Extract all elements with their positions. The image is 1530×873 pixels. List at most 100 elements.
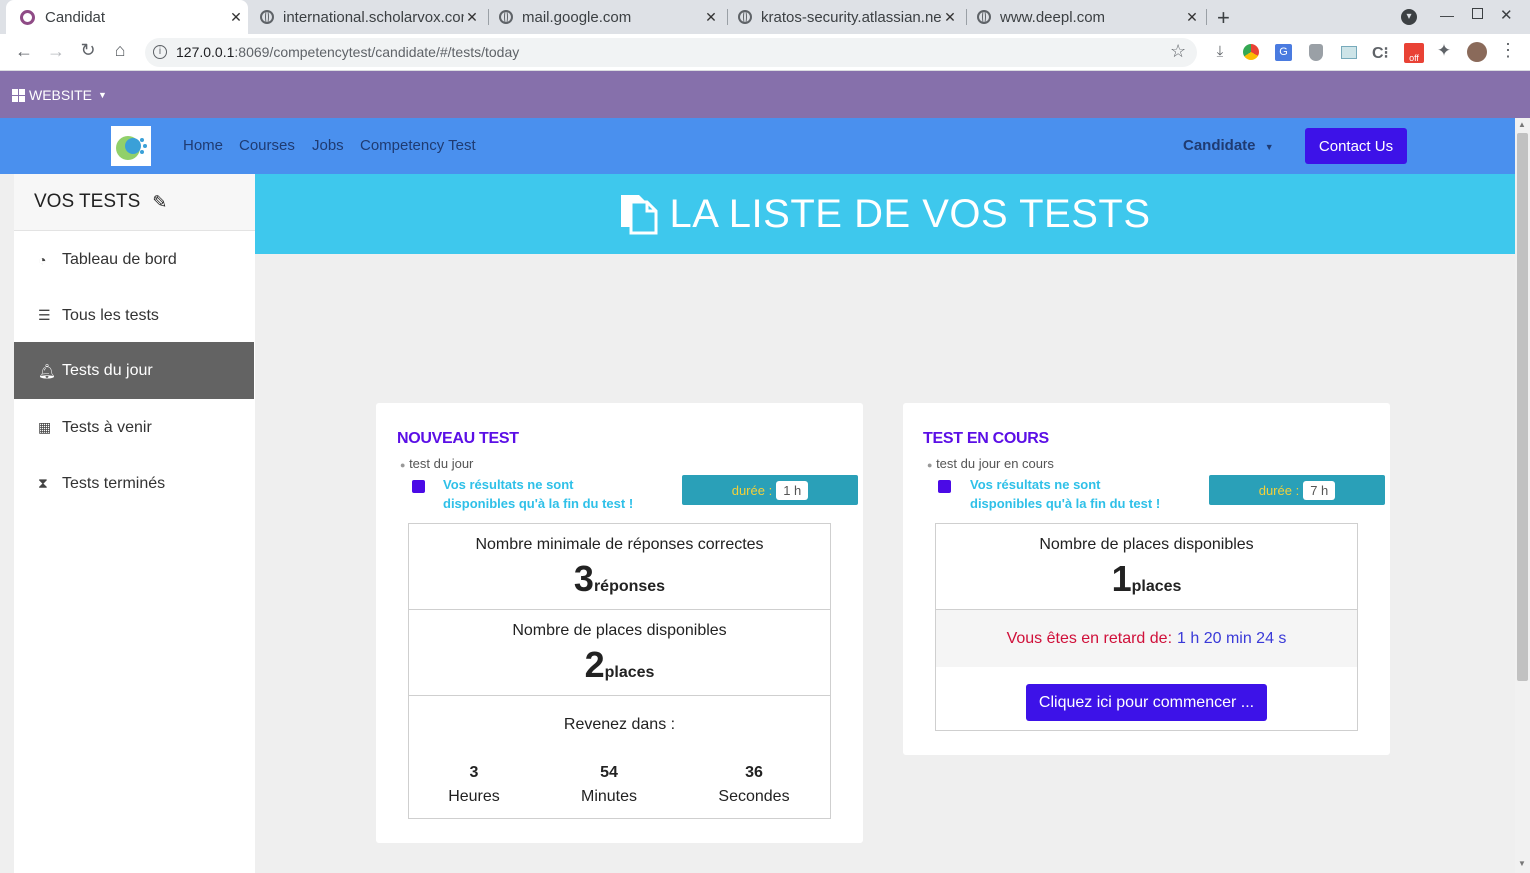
- minimize-icon[interactable]: —: [1440, 7, 1454, 23]
- min-correct-label: Nombre minimale de réponses correctes: [475, 536, 764, 553]
- restore-icon[interactable]: [1472, 8, 1483, 19]
- warning-line: Vos résultats ne sont: [970, 477, 1101, 492]
- site-logo[interactable]: [111, 126, 151, 166]
- sidebar-item-label: Tests du jour: [62, 362, 153, 379]
- nav-home[interactable]: Home: [183, 137, 223, 154]
- min-correct-box: Nombre minimale de réponses correctes 3r…: [408, 523, 831, 610]
- download-icon[interactable]: ⤓: [1209, 43, 1231, 60]
- countdown-hours: 3 Heures: [434, 764, 514, 806]
- warning-line: disponibles qu'à la fin du test !: [970, 496, 1161, 511]
- duration-label: durée :: [1258, 482, 1300, 498]
- more-menu-icon[interactable]: ⋮: [1497, 40, 1519, 61]
- places-unit: places: [1131, 578, 1182, 595]
- cookie-extension-icon[interactable]: C⁝: [1372, 43, 1389, 63]
- website-bar: WEBSITE ▼: [0, 71, 1530, 118]
- duration-value: 7 h: [1303, 480, 1336, 500]
- places-value: 1: [1111, 558, 1132, 599]
- tab-deepl[interactable]: www.deepl.com ✕: [975, 0, 1200, 34]
- forward-icon[interactable]: →: [45, 41, 67, 62]
- sidebar-item-dashboard[interactable]: ◔ Tableau de bord: [14, 231, 254, 288]
- card-subtitle-text: test du jour: [409, 456, 474, 471]
- address-bar[interactable]: i 127.0.0.1:8069/competencytest/candidat…: [145, 38, 1197, 67]
- extension-color-icon[interactable]: [1243, 44, 1259, 60]
- sidebar-item-today-tests[interactable]: 🔔︎ Tests du jour: [14, 342, 254, 400]
- results-warning: Vos résultats ne sont disponibles qu'à la…: [970, 475, 1160, 513]
- tab-scholarvox[interactable]: international.scholarvox.com ✕: [258, 0, 480, 34]
- translate-icon[interactable]: G: [1275, 44, 1292, 61]
- extension-icon[interactable]: [1341, 46, 1357, 59]
- close-window-icon[interactable]: ✕: [1500, 6, 1513, 24]
- tab-gmail[interactable]: mail.google.com ✕: [497, 0, 719, 34]
- tab-title: kratos-security.atlassian.net: [761, 8, 942, 26]
- scroll-up-icon[interactable]: ▲: [1518, 120, 1526, 129]
- url-text: 127.0.0.1:8069/competencytest/candidate/…: [176, 44, 519, 60]
- card-title: TEST EN COURS: [923, 430, 1049, 447]
- nav-courses[interactable]: Courses: [239, 137, 295, 154]
- calendar-icon: ▦: [38, 419, 52, 435]
- tab-atlassian[interactable]: kratos-security.atlassian.net ✕: [736, 0, 958, 34]
- sidebar-item-finished-tests[interactable]: ⧗ Tests terminés: [14, 455, 254, 512]
- card-subtitle: ● test du jour: [400, 456, 474, 471]
- status-square: [412, 480, 425, 493]
- url-path: :8069/competencytest/candidate/#/tests/t…: [234, 44, 520, 60]
- nav-competency-test[interactable]: Competency Test: [360, 137, 476, 154]
- countdown-seconds: 36 Secondes: [709, 764, 799, 806]
- min-correct-value: 3: [573, 558, 594, 599]
- places-value: 2: [584, 644, 605, 685]
- home-icon[interactable]: ⌂: [109, 40, 131, 61]
- off-extension-icon[interactable]: off: [1404, 43, 1424, 63]
- places-box: Nombre de places disponibles 2places: [408, 609, 831, 696]
- tab-title: Candidat: [45, 8, 106, 26]
- extensions-puzzle-icon[interactable]: ✦: [1433, 41, 1455, 61]
- status-square: [938, 480, 951, 493]
- tab-candidat[interactable]: Candidat ✕: [6, 0, 248, 34]
- user-menu-label: Candidate: [1183, 137, 1256, 154]
- start-test-button[interactable]: Cliquez ici pour commencer ...: [1026, 684, 1267, 721]
- bookmark-star-icon[interactable]: ☆: [1170, 41, 1186, 62]
- pencil-icon[interactable]: ✎: [152, 192, 167, 213]
- caret-down-icon: ▼: [98, 90, 107, 100]
- page-banner: LA LISTE DE VOS TESTS: [255, 174, 1515, 254]
- close-tab-icon[interactable]: ✕: [464, 9, 480, 26]
- sidebar-item-upcoming-tests[interactable]: ▦ Tests à venir: [14, 399, 254, 456]
- current-test-card: TEST EN COURS ● test du jour en cours Vo…: [903, 403, 1390, 755]
- page-title: LA LISTE DE VOS TESTS: [669, 191, 1151, 236]
- scroll-down-icon[interactable]: ▼: [1518, 859, 1526, 868]
- countdown-minutes: 54 Minutes: [569, 764, 649, 806]
- info-icon[interactable]: i: [153, 45, 167, 59]
- website-menu[interactable]: WEBSITE ▼: [12, 87, 107, 103]
- contact-us-button[interactable]: Contact Us: [1305, 128, 1407, 164]
- countdown-label: Revenez dans :: [563, 716, 676, 733]
- tab-search-icon[interactable]: ▾: [1401, 9, 1417, 25]
- user-menu[interactable]: Candidate ▼: [1183, 137, 1274, 154]
- website-label: WEBSITE: [29, 87, 93, 103]
- nav-jobs[interactable]: Jobs: [312, 137, 344, 154]
- dashboard-icon: ◔: [38, 251, 47, 268]
- shield-extension-icon[interactable]: [1309, 44, 1323, 61]
- close-tab-icon[interactable]: ✕: [703, 9, 719, 26]
- profile-avatar[interactable]: [1467, 42, 1487, 62]
- warning-line: disponibles qu'à la fin du test !: [443, 496, 634, 511]
- close-tab-icon[interactable]: ✕: [1184, 9, 1200, 26]
- close-tab-icon[interactable]: ✕: [228, 9, 244, 26]
- sidebar-item-label: Tests à venir: [62, 418, 152, 436]
- countdown-value: 36: [745, 764, 763, 781]
- sidebar-item-all-tests[interactable]: ☰ Tous les tests: [14, 287, 254, 344]
- globe-icon: [738, 10, 752, 24]
- duration-badge: durée : 1 h: [682, 475, 858, 505]
- globe-icon: [260, 10, 274, 24]
- page-scrollbar[interactable]: ▲ ▼: [1515, 118, 1530, 873]
- bell-icon: 🔔︎: [38, 362, 56, 379]
- sidebar-item-label: Tous les tests: [62, 306, 159, 324]
- sidebar-item-label: Tests terminés: [62, 474, 166, 492]
- reload-icon[interactable]: ↻: [77, 40, 99, 61]
- tab-title: international.scholarvox.com: [283, 8, 464, 26]
- new-tab-icon[interactable]: +: [1217, 5, 1230, 31]
- new-test-card: NOUVEAU TEST ● test du jour Vos résultat…: [376, 403, 863, 843]
- scrollbar-thumb[interactable]: [1517, 133, 1528, 681]
- caret-down-icon: ▼: [1264, 142, 1274, 152]
- close-tab-icon[interactable]: ✕: [942, 9, 958, 26]
- odoo-tab-icon: [20, 9, 35, 25]
- back-icon[interactable]: ←: [13, 41, 35, 62]
- countdown-unit: Minutes: [580, 788, 638, 805]
